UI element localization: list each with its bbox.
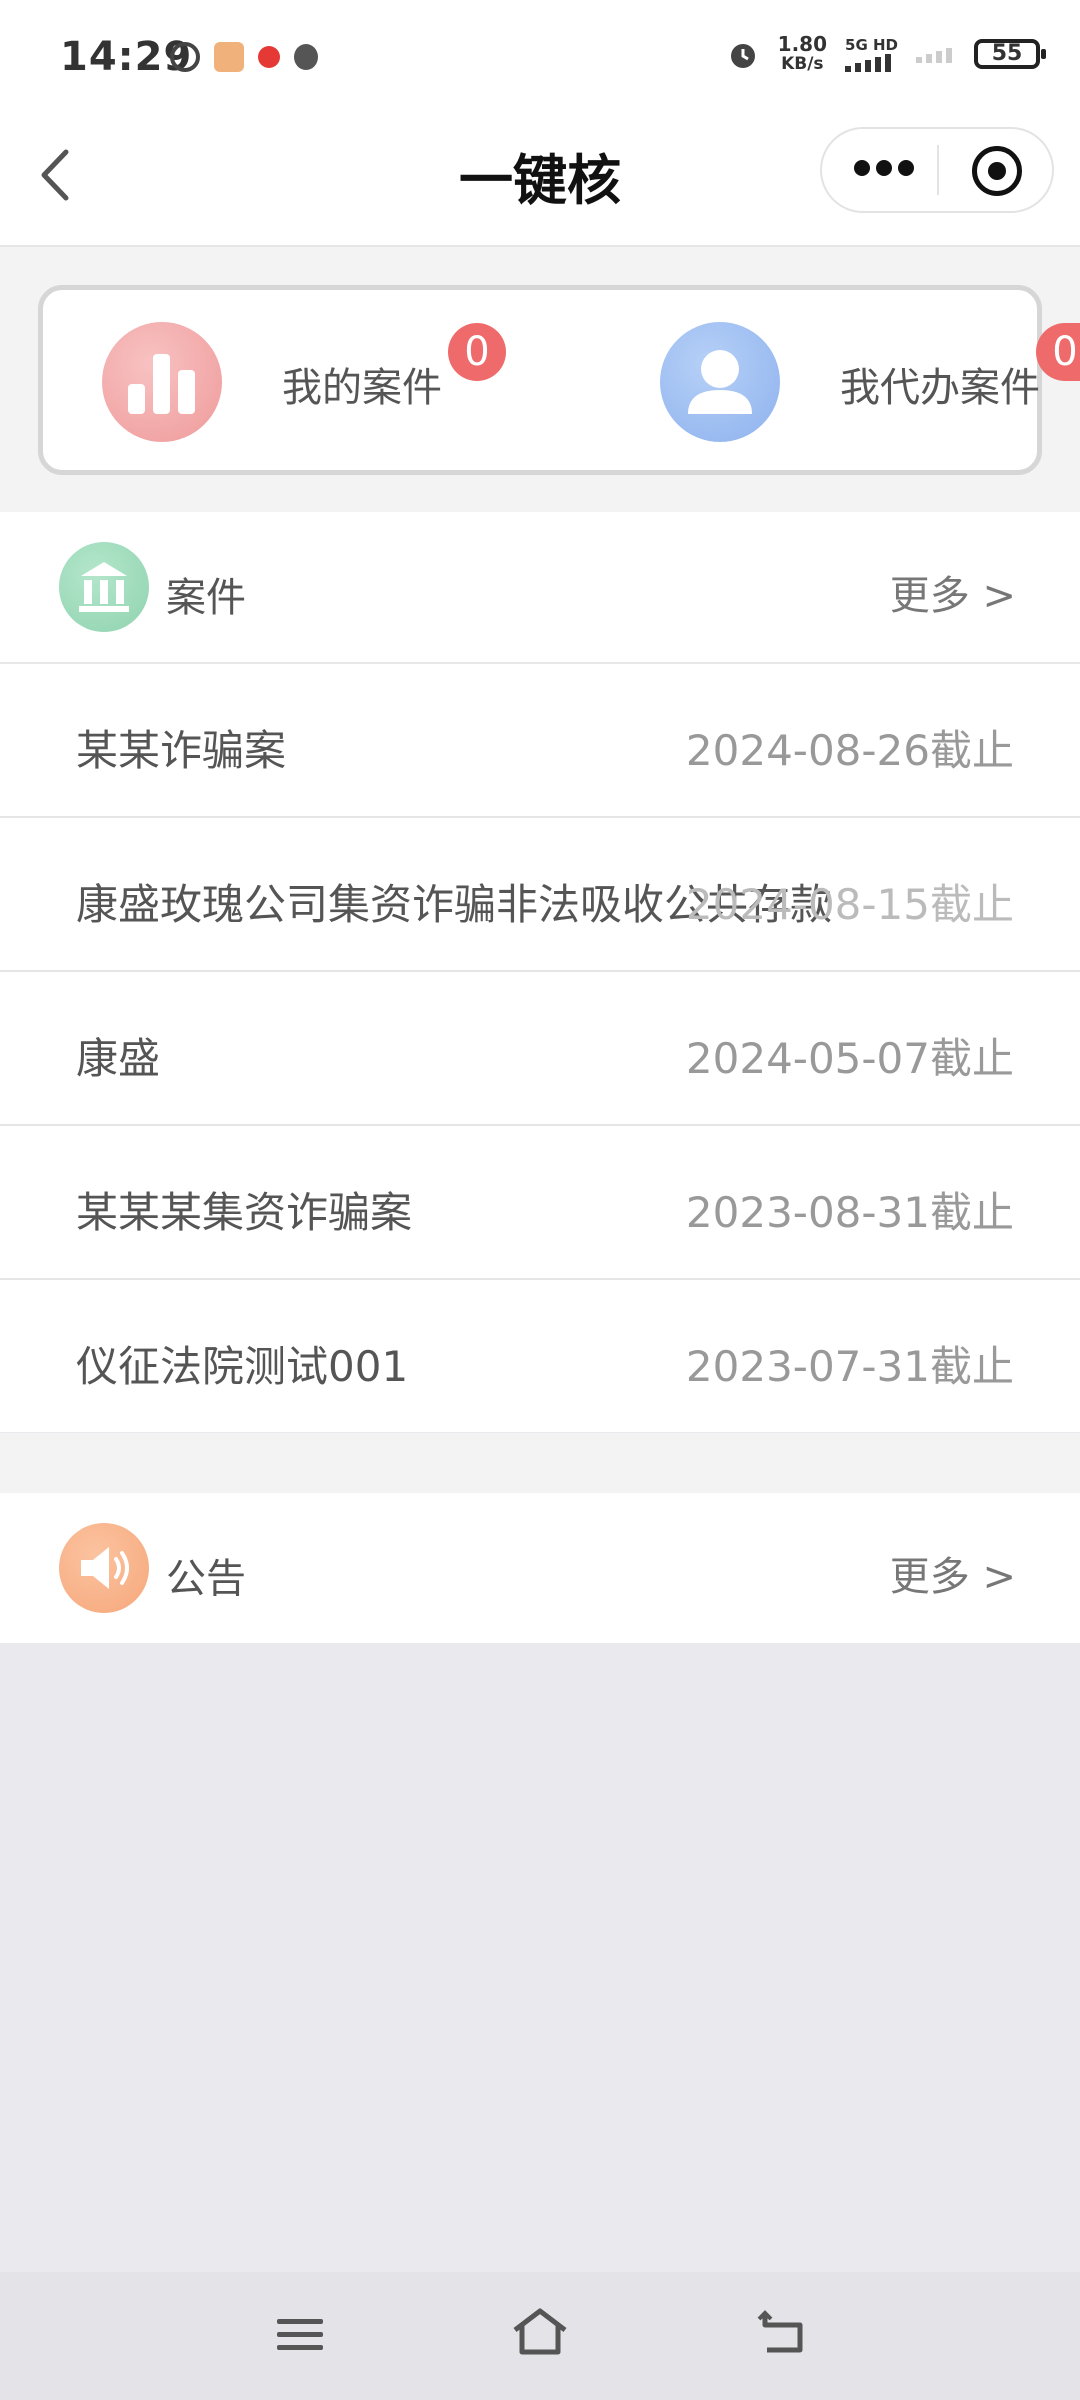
signal-group: 5G HD: [845, 36, 898, 72]
case-name: 康盛: [76, 1034, 161, 1083]
signal-2-icon: [916, 48, 952, 63]
delegated-cases-icon[interactable]: [660, 322, 780, 442]
court-icon: [59, 542, 149, 632]
user-icon: [688, 350, 752, 414]
case-deadline: 2023-07-31截止: [685, 1342, 1014, 1391]
home-icon[interactable]: [510, 2305, 570, 2360]
cases-more-link[interactable]: 更多 >: [890, 563, 1016, 621]
delegated-cases-label[interactable]: 我代办案件: [840, 355, 1040, 413]
section-gap: [0, 1433, 1080, 1493]
sync-icon: [170, 42, 200, 72]
back-nav-icon[interactable]: [755, 2305, 810, 2360]
net-speed-unit: KB/s: [781, 54, 824, 74]
capsule-divider: [937, 145, 939, 195]
delegated-cases-count: 0: [1052, 329, 1078, 375]
net-speed: 1.80 KB/s: [778, 34, 827, 74]
my-cases-icon[interactable]: [102, 322, 222, 442]
battery-icon: 55: [974, 39, 1046, 69]
more-icon[interactable]: [854, 160, 914, 180]
case-name: 某某某集资诈骗案: [76, 1188, 413, 1237]
case-deadline: 2024-08-26截止: [685, 726, 1014, 775]
case-deadline: 2023-08-31截止: [685, 1188, 1014, 1237]
my-cases-badge: 0: [448, 323, 506, 381]
shop-notification-icon: [258, 46, 280, 68]
signal-icon: [845, 54, 892, 72]
case-name: 某某诈骗案: [76, 726, 287, 775]
menu-icon[interactable]: [275, 2310, 325, 2360]
status-right: 1.80 KB/s 5G HD 55: [726, 34, 1046, 74]
avatar-notification-icon: [294, 44, 318, 70]
case-name: 仪征法院测试001: [76, 1342, 409, 1391]
notification-icons: [170, 42, 318, 72]
case-deadline: 2024-05-07截止: [685, 1034, 1014, 1083]
cases-section-title: 案件: [166, 575, 246, 621]
case-row[interactable]: 康盛玫瑰公司集资诈骗非法吸收公共存款 2024-08-15截止: [0, 818, 1080, 972]
network-type: 5G HD: [845, 36, 898, 54]
speaker-icon: [59, 1523, 149, 1613]
close-miniprogram-icon[interactable]: [972, 146, 1022, 196]
my-cases-label[interactable]: 我的案件: [282, 355, 442, 413]
alarm-icon: [730, 44, 755, 68]
case-row[interactable]: 仪征法院测试001 2023-07-31截止: [0, 1280, 1080, 1432]
case-row[interactable]: 康盛 2024-05-07截止: [0, 972, 1080, 1126]
case-deadline: 2024-08-15截止: [685, 880, 1014, 929]
net-speed-value: 1.80: [777, 32, 828, 56]
case-row[interactable]: 某某诈骗案 2024-08-26截止: [0, 664, 1080, 818]
app-notification-icon: [214, 42, 244, 72]
notice-section-title: 公告: [166, 1556, 246, 1602]
delegated-cases-badge: 0: [1036, 323, 1080, 381]
case-row[interactable]: 某某某集资诈骗案 2023-08-31截止: [0, 1126, 1080, 1280]
notice-more-link[interactable]: 更多 >: [890, 1544, 1016, 1602]
bar-chart-icon: [128, 354, 195, 414]
